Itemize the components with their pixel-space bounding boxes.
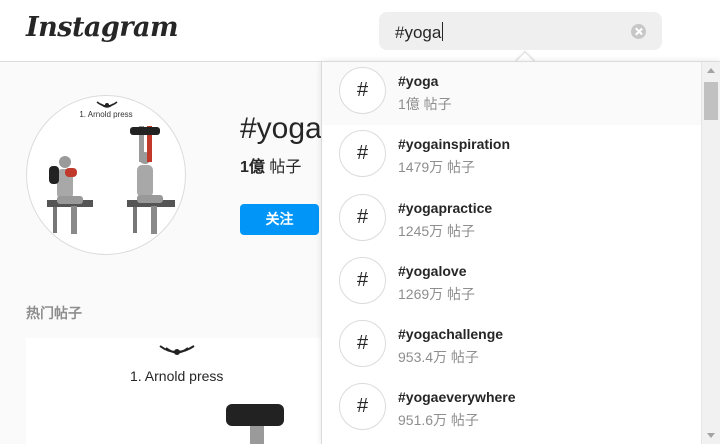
post-count-value: 1億: [240, 159, 265, 176]
hashtag-icon: #: [339, 130, 386, 178]
result-post-count: 953.4万 帖子: [398, 349, 479, 366]
result-tag-name: #yogainspiration: [398, 136, 511, 153]
result-tag-name: #yoga: [398, 73, 439, 89]
hashtag-post-count: 1億 帖子: [240, 153, 301, 177]
search-input-value: #yoga: [395, 23, 442, 42]
search-result-item[interactable]: # #yogachallenge 953.4万 帖子: [322, 315, 702, 378]
result-post-count: 1269万 帖子: [398, 285, 476, 302]
scroll-up-arrow-icon[interactable]: [702, 62, 720, 79]
post-illustration: [159, 345, 284, 444]
hashtag-title: #yoga: [240, 112, 322, 145]
result-post-count: 1億 帖子: [398, 96, 452, 112]
search-box[interactable]: #yoga: [379, 12, 662, 50]
text-caret: [442, 22, 444, 41]
search-results-list: # #yoga 1億 帖子 # #yogainspiration 1479万 帖…: [322, 62, 702, 442]
follow-button[interactable]: 关注: [240, 204, 319, 235]
search-result-item[interactable]: # #yogaeverywhere 951.6万 帖子: [322, 378, 702, 441]
hashtag-icon: #: [339, 383, 386, 431]
result-tag-name: #yogalove: [398, 262, 467, 279]
post-caption: 1. Arnold press: [130, 368, 224, 384]
result-tag-name: #yogachallenge: [398, 326, 504, 343]
search-result-item[interactable]: # #yoga 1億 帖子: [322, 62, 702, 126]
search-input[interactable]: #yoga: [395, 22, 444, 43]
result-post-count: 951.6万 帖子: [398, 412, 479, 429]
scrollbar-thumb[interactable]: [704, 82, 718, 120]
dropdown-scrollbar[interactable]: [701, 62, 720, 444]
result-tag-name: #yogapractice: [398, 199, 493, 216]
result-post-count: 1479万 帖子: [398, 159, 476, 176]
search-result-item[interactable]: # #yogainspiration 1479万 帖子: [322, 125, 702, 188]
search-results-dropdown: # #yoga 1億 帖子 # #yogainspiration 1479万 帖…: [321, 61, 720, 444]
instagram-logo[interactable]: Instagram: [26, 12, 179, 43]
top-post-thumbnail[interactable]: 1. Arnold press: [26, 338, 326, 444]
hashtag-icon: #: [339, 67, 386, 114]
top-posts-heading: 热门帖子: [26, 305, 82, 321]
result-tag-name: #yogaeverywhere: [398, 389, 516, 406]
scroll-down-arrow-icon[interactable]: [702, 427, 720, 444]
top-nav-bar: Instagram #yoga: [0, 0, 720, 62]
hashtag-icon: #: [339, 320, 386, 368]
result-post-count: 1245万 帖子: [398, 222, 476, 239]
post-count-label: 帖子: [269, 159, 302, 176]
hashtag-avatar: 1. Arnold press: [26, 95, 186, 255]
search-result-item[interactable]: # #yogalove 1269万 帖子: [322, 252, 702, 315]
exercise-illustration: [47, 101, 175, 234]
clear-icon[interactable]: [631, 24, 646, 39]
search-result-item[interactable]: # #yogapractice 1245万 帖子: [322, 189, 702, 252]
hashtag-icon: #: [339, 193, 386, 241]
hashtag-icon: #: [339, 256, 386, 304]
